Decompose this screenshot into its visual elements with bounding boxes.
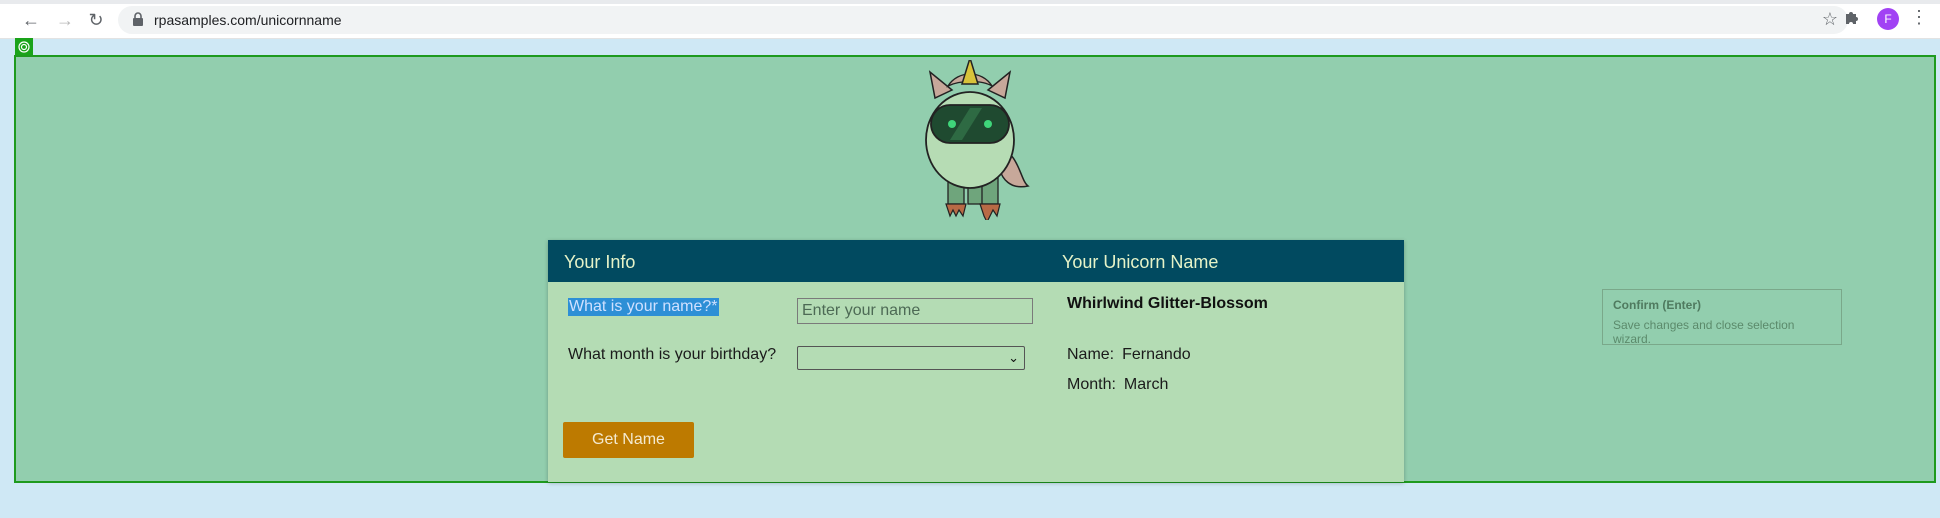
browser-toolbar: ← → ↻ rpasamples.com/unicornname ☆ F ⋮ bbox=[0, 0, 1940, 39]
your-info-heading: Your Info bbox=[564, 252, 636, 272]
result-name-value: Fernando bbox=[1122, 346, 1191, 363]
result-name-label: Name: bbox=[1067, 346, 1115, 363]
lock-icon bbox=[133, 12, 143, 26]
month-select[interactable]: ⌄ bbox=[797, 346, 1025, 370]
unicorn-name-result: Whirlwind Glitter-Blossom bbox=[1067, 295, 1268, 312]
confirm-title: Confirm (Enter) bbox=[1613, 298, 1701, 312]
result-month-label: Month: bbox=[1067, 376, 1116, 393]
get-name-button[interactable]: Get Name bbox=[563, 422, 694, 458]
unicorn-illustration bbox=[925, 60, 1030, 220]
result-name-row: Name: Fernando bbox=[1067, 346, 1191, 364]
your-unicorn-name-heading: Your Unicorn Name bbox=[1062, 252, 1219, 272]
confirm-wizard-tooltip[interactable]: Confirm (Enter) Save changes and close s… bbox=[1602, 289, 1842, 346]
chevron-down-icon: ⌄ bbox=[1008, 350, 1019, 365]
address-bar[interactable]: rpasamples.com/unicornname ☆ bbox=[118, 6, 1848, 34]
back-arrow-icon[interactable]: ← bbox=[20, 9, 42, 31]
name-question-label: What is your name?* bbox=[568, 298, 719, 316]
reload-icon[interactable]: ↻ bbox=[85, 9, 107, 31]
wizard-target-icon[interactable] bbox=[15, 38, 33, 55]
month-question-label: What month is your birthday? bbox=[568, 346, 777, 363]
card-header: Your Info Your Unicorn Name bbox=[548, 240, 1404, 282]
result-month-value: March bbox=[1123, 376, 1169, 393]
name-input[interactable] bbox=[797, 298, 1033, 324]
profile-avatar[interactable]: F bbox=[1877, 8, 1899, 30]
forward-arrow-icon[interactable]: → bbox=[54, 9, 76, 31]
tab-strip bbox=[0, 0, 1940, 4]
more-menu-icon[interactable]: ⋮ bbox=[1910, 7, 1928, 28]
url-text: rpasamples.com/unicornname bbox=[154, 12, 342, 28]
extensions-puzzle-icon[interactable] bbox=[1844, 9, 1860, 30]
unicorn-name-card: Your Info Your Unicorn Name What is your… bbox=[548, 240, 1404, 482]
confirm-subtitle: Save changes and close selection wizard. bbox=[1613, 318, 1795, 346]
bookmark-star-icon[interactable]: ☆ bbox=[1822, 9, 1838, 30]
result-month-row: Month: March bbox=[1067, 376, 1168, 394]
